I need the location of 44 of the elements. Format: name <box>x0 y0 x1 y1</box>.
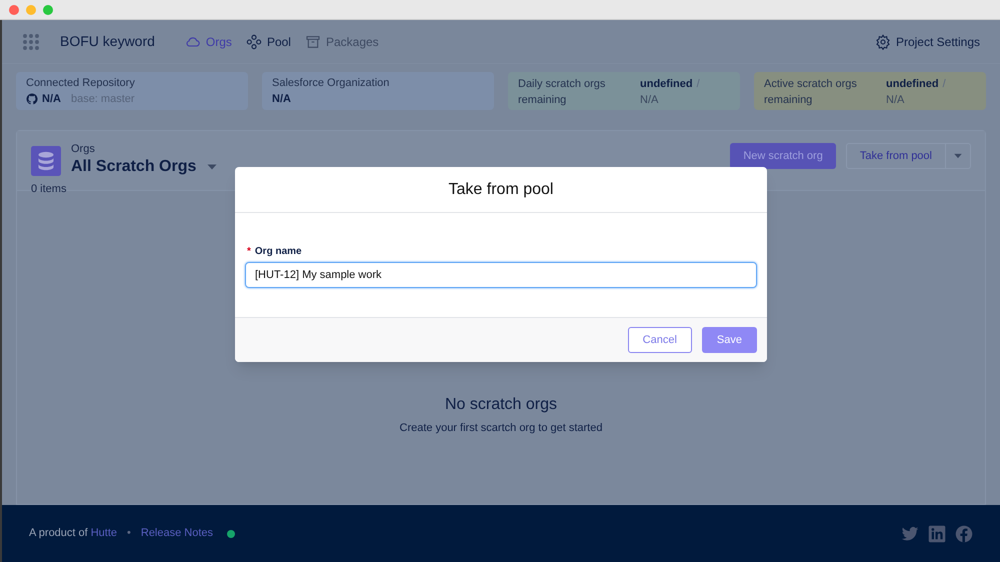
settings-icon <box>874 34 891 50</box>
card-label: Salesforce Organization <box>272 76 390 90</box>
card-value: undefined <box>886 78 939 90</box>
nav-tab[interactable]: Pool <box>246 32 291 50</box>
separator-text: / <box>696 78 700 90</box>
hutte-link[interactable]: Hutte <box>90 525 118 542</box>
card-value: N/A <box>42 92 61 107</box>
card-limit: N/A <box>640 93 660 108</box>
card-label: Connected Repository <box>26 76 136 90</box>
caret-down-icon <box>953 151 963 161</box>
separator-text: • <box>127 526 131 542</box>
new-org-button[interactable]: New scratch org <box>730 143 836 169</box>
product-text: A product of <box>29 526 88 542</box>
save-button[interactable]: Save <box>702 327 757 353</box>
nav-tab[interactable]: Orgs <box>184 32 232 50</box>
bird-icon <box>901 524 919 542</box>
linkedin-icon <box>928 524 946 542</box>
cancel-button[interactable]: Cancel <box>628 327 692 353</box>
release-notes-link[interactable]: Release Notes <box>140 525 214 542</box>
card-limit: N/A <box>886 93 906 108</box>
four-circles-icon <box>246 34 262 50</box>
empty-title: No scratch orgs <box>444 395 558 415</box>
separator-text: / <box>942 78 946 90</box>
card-value: undefined <box>640 78 693 90</box>
dialog-title: Take from pool <box>448 180 554 200</box>
card-value: N/A <box>272 92 291 107</box>
facebook-icon <box>955 524 973 542</box>
panel-title: All Scratch Orgs <box>71 157 196 177</box>
panel-caption: Orgs <box>71 143 96 155</box>
field-label: Org name <box>254 245 302 259</box>
archive-box-icon <box>304 34 321 50</box>
project-name: BOFU keyword <box>60 32 155 51</box>
take-pool-button[interactable]: Take from pool <box>846 143 946 169</box>
app-grid-icon <box>22 32 40 50</box>
required-mark: * <box>247 245 251 259</box>
card-label: Daily scratch orgs remaining <box>518 77 606 106</box>
empty-message: Create your first scartch org to get started <box>400 421 602 436</box>
org-name-field[interactable]: [HUT-12] My sample work <box>245 262 757 288</box>
github-icon <box>26 93 38 105</box>
settings-link[interactable]: Project Settings <box>874 32 980 50</box>
item-count: 0 items <box>31 182 68 197</box>
dropdown-button[interactable] <box>946 143 971 169</box>
card-label: Active scratch orgs remaining <box>764 77 858 106</box>
database-icon <box>31 146 61 176</box>
